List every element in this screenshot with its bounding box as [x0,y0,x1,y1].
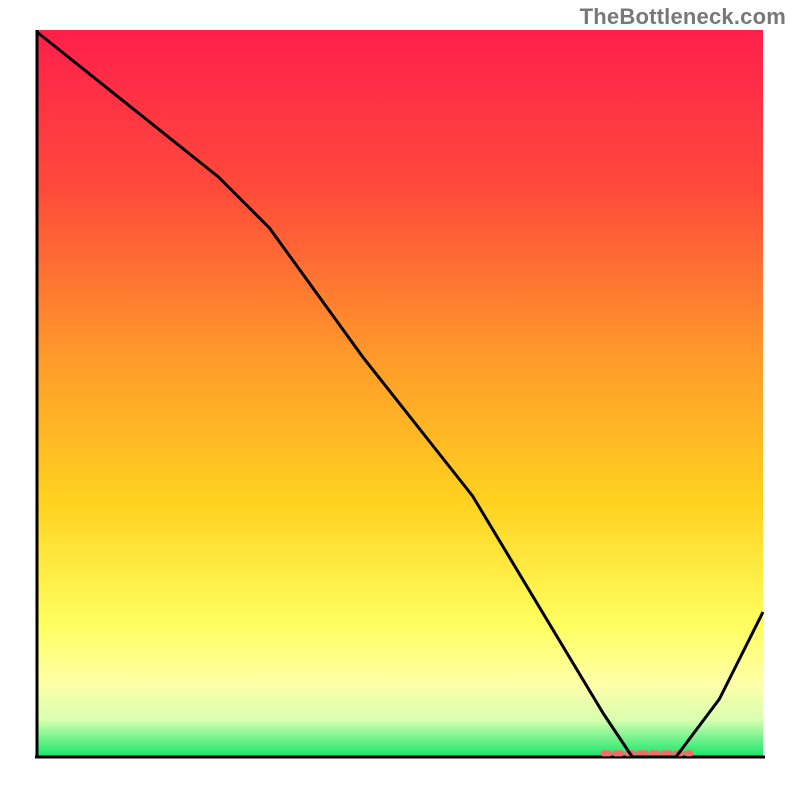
plot-area [35,30,765,760]
attribution-text: TheBottleneck.com [580,4,786,30]
chart-container: TheBottleneck.com [0,0,800,800]
gradient-background [37,30,763,756]
chart-svg [35,30,765,760]
